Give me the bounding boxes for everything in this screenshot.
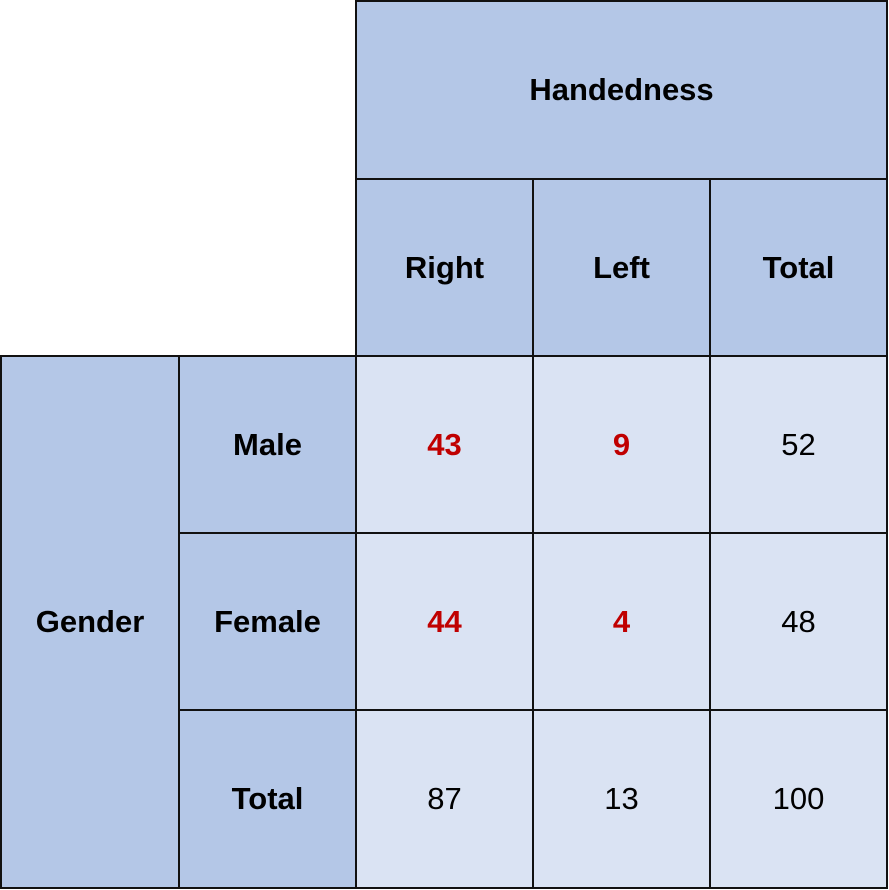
- cell-female-right: 44: [355, 532, 534, 711]
- cell-male-total: 52: [709, 355, 888, 534]
- column-header-total: Total: [709, 178, 888, 358]
- cell-male-left: 9: [532, 355, 711, 534]
- column-group-header: Handedness: [355, 0, 888, 180]
- column-header-right: Right: [355, 178, 534, 358]
- cell-total-left: 13: [532, 709, 711, 889]
- row-group-header: Gender: [0, 355, 180, 889]
- cell-male-right: 43: [355, 355, 534, 534]
- column-header-left: Left: [532, 178, 711, 358]
- row-header-female: Female: [178, 532, 357, 711]
- cell-total-right: 87: [355, 709, 534, 889]
- row-header-total: Total: [178, 709, 357, 889]
- cell-female-total: 48: [709, 532, 888, 711]
- row-header-male: Male: [178, 355, 357, 534]
- cell-female-left: 4: [532, 532, 711, 711]
- cell-grand-total: 100: [709, 709, 888, 889]
